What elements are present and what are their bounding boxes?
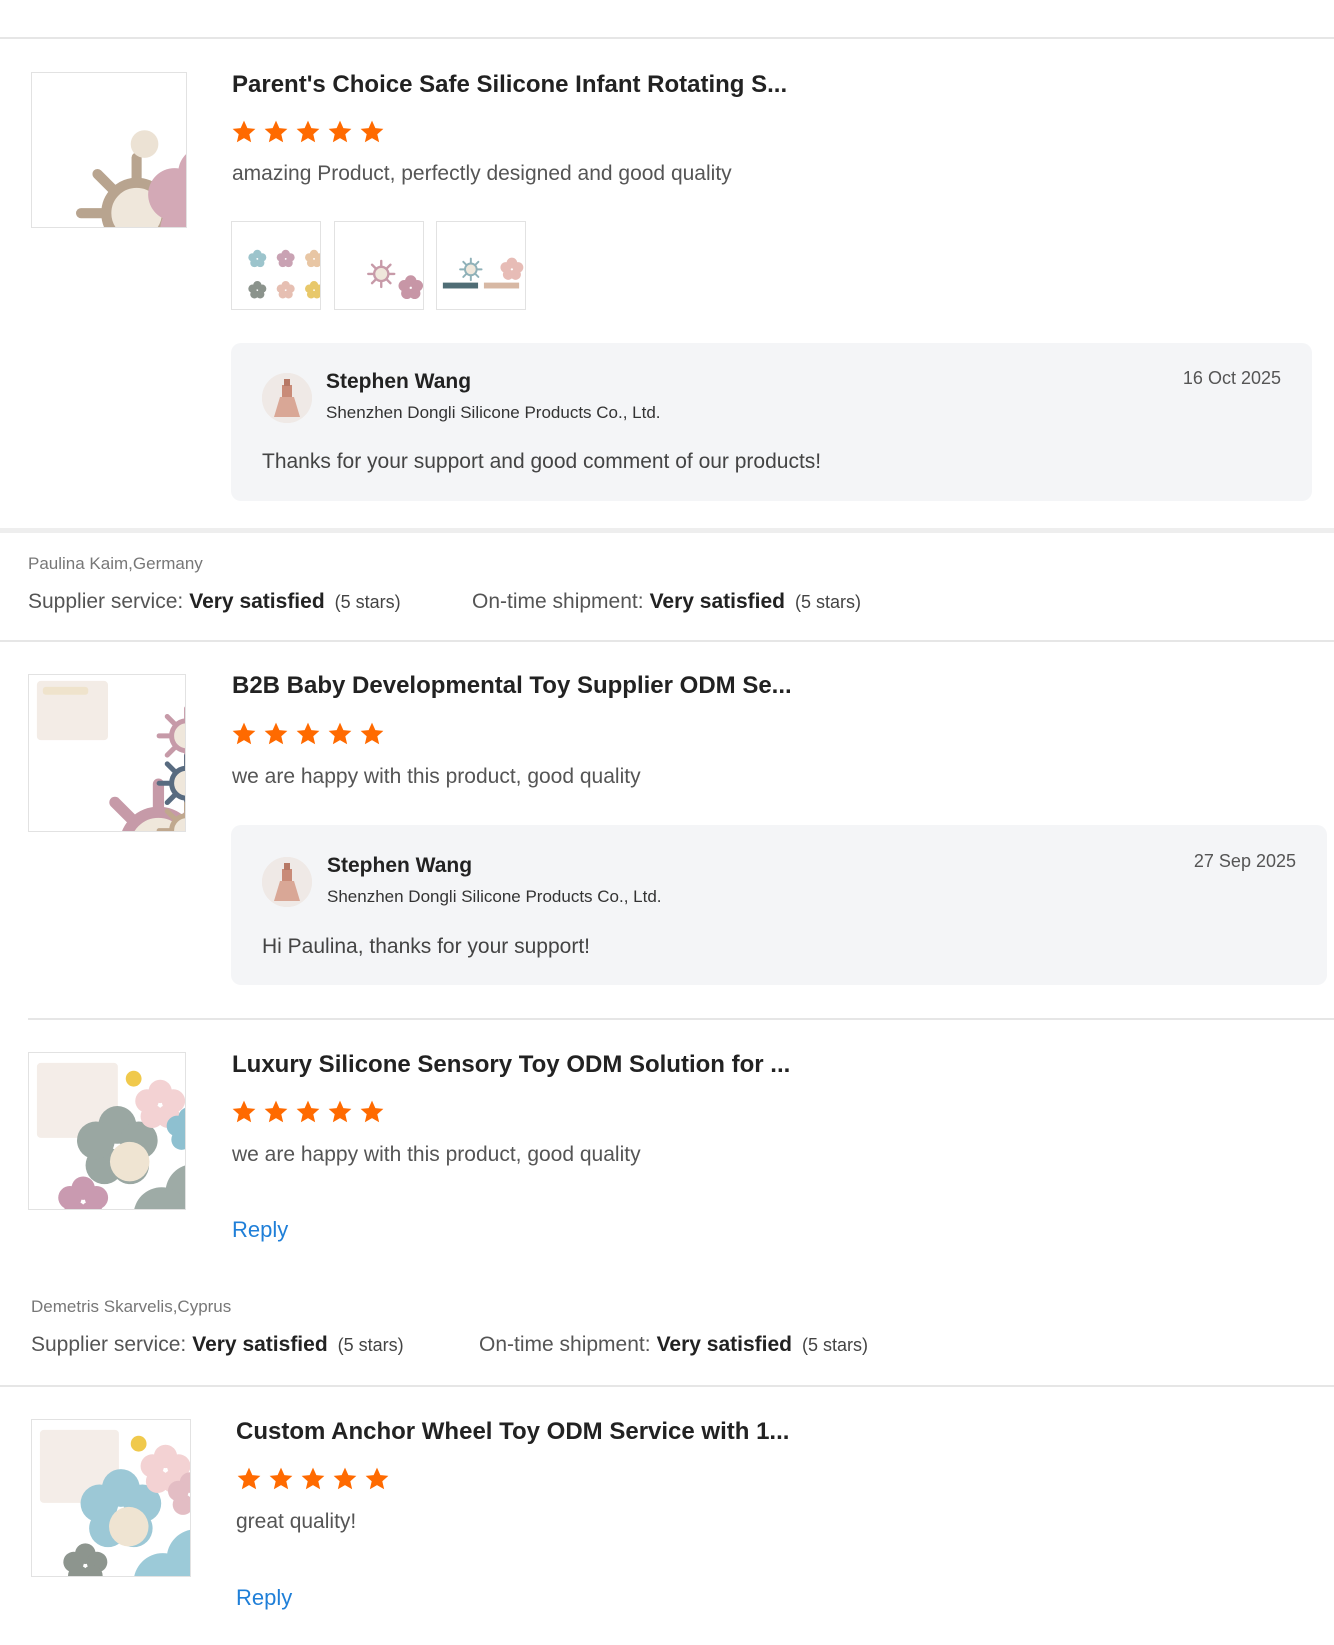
supplier-service-rating: Supplier service: Very satisfied (5 stars) <box>31 1333 404 1357</box>
star-icon <box>231 721 257 747</box>
review-comment: amazing Product, perfectly designed and … <box>232 162 732 185</box>
supplier-reply: Stephen Wang Shenzhen Dongli Silicone Pr… <box>231 825 1327 985</box>
star-icon <box>236 1466 262 1492</box>
reply-link[interactable]: Reply <box>232 1217 288 1243</box>
star-icon <box>263 1099 289 1125</box>
rating-stars <box>231 119 385 145</box>
reply-company: Shenzhen Dongli Silicone Products Co., L… <box>326 403 661 422</box>
reply-text: Thanks for your support and good comment… <box>262 450 822 473</box>
supplier-reply: Stephen Wang Shenzhen Dongli Silicone Pr… <box>231 343 1312 501</box>
avatar-image <box>262 857 312 907</box>
review-photo-1[interactable] <box>231 221 321 310</box>
star-icon <box>359 119 385 145</box>
product-thumbnail[interactable] <box>28 674 186 832</box>
avatar <box>262 373 312 423</box>
metric-value: Very satisfied <box>189 590 325 613</box>
metric-value: Very satisfied <box>649 590 785 613</box>
star-icon <box>364 1466 390 1492</box>
product-image <box>36 680 185 831</box>
divider <box>0 37 1334 39</box>
review-comment: we are happy with this product, good qua… <box>232 765 641 788</box>
review-comment: we are happy with this product, good qua… <box>232 1143 641 1166</box>
section-divider <box>0 528 1334 533</box>
metric-label: Supplier service: <box>31 1333 187 1356</box>
star-icon <box>268 1466 294 1492</box>
product-image <box>32 130 186 227</box>
rating-stars <box>236 1466 390 1492</box>
product-thumbnail[interactable] <box>31 72 187 228</box>
star-icon <box>359 721 385 747</box>
shipment-rating: On-time shipment: Very satisfied (5 stars) <box>479 1333 868 1357</box>
review-photo-2[interactable] <box>334 221 424 310</box>
star-icon <box>295 119 321 145</box>
star-icon <box>332 1466 358 1492</box>
metric-label: On-time shipment: <box>472 590 644 613</box>
star-icon <box>263 119 289 145</box>
product-thumbnail[interactable] <box>28 1052 186 1210</box>
reply-link[interactable]: Reply <box>236 1585 292 1611</box>
product-title[interactable]: Custom Anchor Wheel Toy ODM Service with… <box>236 1418 789 1446</box>
product-title[interactable]: B2B Baby Developmental Toy Supplier ODM … <box>232 672 792 700</box>
product-thumbnail[interactable] <box>31 1419 191 1577</box>
product-image <box>39 1429 190 1576</box>
metric-stars: (5 stars) <box>794 592 861 612</box>
rating-stars <box>231 721 385 747</box>
star-icon <box>263 721 289 747</box>
divider <box>0 640 1334 642</box>
star-icon <box>327 721 353 747</box>
shipment-rating: On-time shipment: Very satisfied (5 stars) <box>472 590 861 614</box>
reply-author: Stephen Wang <box>327 854 473 877</box>
reply-author: Stephen Wang <box>326 370 472 393</box>
rating-stars <box>231 1099 385 1125</box>
star-icon <box>295 721 321 747</box>
product-title[interactable]: Parent's Choice Safe Silicone Infant Rot… <box>232 71 787 99</box>
avatar-image <box>262 373 312 423</box>
review-comment: great quality! <box>236 1510 357 1533</box>
star-icon <box>327 1099 353 1125</box>
star-icon <box>300 1466 326 1492</box>
divider <box>28 1018 1334 1020</box>
metric-label: Supplier service: <box>28 590 184 613</box>
avatar <box>262 857 312 907</box>
product-title[interactable]: Luxury Silicone Sensory Toy ODM Solution… <box>232 1051 790 1079</box>
review-photo-3[interactable] <box>436 221 526 310</box>
metric-label: On-time shipment: <box>479 1333 651 1356</box>
metric-stars: (5 stars) <box>334 592 401 612</box>
product-image <box>36 1062 185 1209</box>
star-icon <box>359 1099 385 1125</box>
star-icon <box>231 1099 257 1125</box>
metric-stars: (5 stars) <box>801 1335 868 1355</box>
star-icon <box>231 119 257 145</box>
metric-value: Very satisfied <box>656 1333 792 1356</box>
metric-stars: (5 stars) <box>337 1335 404 1355</box>
reply-date: 27 Sep 2025 <box>1193 851 1296 871</box>
reply-text: Hi Paulina, thanks for your support! <box>262 935 591 958</box>
metric-value: Very satisfied <box>192 1333 328 1356</box>
star-icon <box>295 1099 321 1125</box>
reply-company: Shenzhen Dongli Silicone Products Co., L… <box>327 887 662 906</box>
reviewer-name: Paulina Kaim,Germany <box>28 554 203 573</box>
divider <box>0 1385 1334 1387</box>
reviewer-name: Demetris Skarvelis,Cyprus <box>31 1297 232 1316</box>
star-icon <box>327 119 353 145</box>
reply-date: 16 Oct 2025 <box>1182 368 1281 388</box>
supplier-service-rating: Supplier service: Very satisfied (5 stars) <box>28 590 401 614</box>
